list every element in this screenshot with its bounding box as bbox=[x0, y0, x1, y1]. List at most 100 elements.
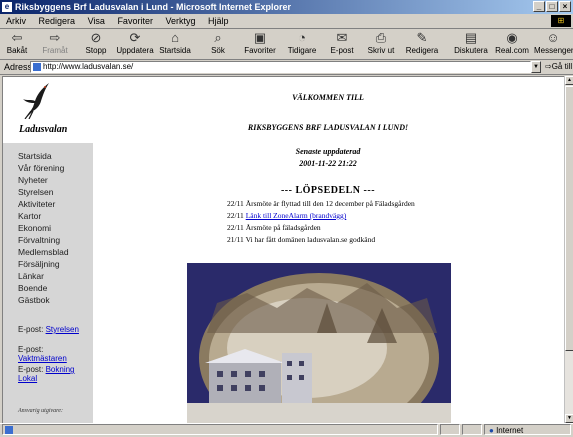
news-heading: --- LÖPSEDELN --- bbox=[280, 185, 376, 196]
favorites-button[interactable]: ▣ Favoriter bbox=[240, 30, 280, 58]
windows-logo-icon: ⊞ bbox=[551, 15, 571, 27]
sidebar-item-ekonomi[interactable]: Ekonomi bbox=[18, 223, 51, 233]
window-title: Riksbyggens Brf Ladusvalan i Lund - Micr… bbox=[15, 2, 292, 12]
logo-area: Ladusvalan bbox=[3, 77, 93, 141]
vertical-scrollbar[interactable]: ▲ ▼ bbox=[564, 76, 573, 423]
menu-item-verktyg[interactable]: Verktyg bbox=[165, 16, 195, 26]
menu-item-favoriter[interactable]: Favoriter bbox=[117, 16, 153, 26]
sidebar-item-gastbok[interactable]: Gästbok bbox=[18, 295, 50, 305]
email-prefix: E-post: bbox=[18, 345, 44, 354]
address-url: http://www.ladusvalan.se/ bbox=[43, 62, 134, 71]
sidebar-nav: Startsida Vår förening Nyheter Styrelsen… bbox=[3, 143, 93, 424]
stop-icon: ⊘ bbox=[90, 30, 102, 45]
sidebar-item-kartor[interactable]: Kartor bbox=[18, 211, 41, 221]
edit-icon: ✎ bbox=[416, 30, 428, 45]
sidebar-item-lankar[interactable]: Länkar bbox=[18, 271, 44, 281]
history-icon: ◔ bbox=[298, 30, 306, 45]
forward-button[interactable]: ⇨ Framåt bbox=[40, 30, 70, 58]
menu-bar: Arkiv Redigera Visa Favoriter Verktyg Hj… bbox=[0, 14, 573, 29]
news-item: 22/11 Årsmöte är flyttad till den 12 dec… bbox=[227, 199, 415, 208]
mail-button[interactable]: ✉ E-post bbox=[328, 30, 356, 58]
sidebar-item-medlemsblad[interactable]: Medlemsblad bbox=[18, 247, 69, 257]
menu-item-hjalp[interactable]: Hjälp bbox=[208, 16, 229, 26]
refresh-button[interactable]: ⟳ Uppdatera bbox=[116, 30, 154, 58]
email-prefix: E-post: bbox=[18, 325, 44, 334]
page-icon bbox=[33, 63, 41, 71]
page-viewport: Ladusvalan Startsida Vår förening Nyhete… bbox=[2, 76, 565, 424]
edit-button[interactable]: ✎ Redigera bbox=[403, 30, 441, 58]
back-icon: ⇦ bbox=[11, 30, 23, 45]
sidebar-item-aktiviteter[interactable]: Aktiviteter bbox=[18, 199, 55, 209]
ie-icon: e bbox=[2, 2, 12, 12]
history-button[interactable]: ◔ Tidigare bbox=[285, 30, 319, 58]
close-button[interactable]: × bbox=[559, 1, 571, 12]
org-heading: RIKSBYGGENS BRF LADUSVALAN I LUND! bbox=[247, 123, 409, 132]
search-button[interactable]: ⌕ Sök bbox=[206, 30, 230, 58]
sidebar-item-var-forening[interactable]: Vår förening bbox=[18, 163, 64, 173]
sidebar-item-nyheter[interactable]: Nyheter bbox=[18, 175, 48, 185]
sidebar-item-forsaljning[interactable]: Försäljning bbox=[18, 259, 60, 269]
email-link-vaktmastaren[interactable]: Vaktmästaren bbox=[18, 354, 67, 363]
sidebar-item-styrelsen[interactable]: Styrelsen bbox=[18, 187, 53, 197]
print-button[interactable]: ⎙ Skriv ut bbox=[364, 30, 398, 58]
zone-label: Internet bbox=[496, 426, 524, 435]
menu-item-redigera[interactable]: Redigera bbox=[39, 16, 76, 26]
realcom-icon: ◉ bbox=[506, 30, 518, 45]
search-icon: ⌕ bbox=[214, 30, 222, 45]
status-text bbox=[2, 424, 438, 435]
minimize-button[interactable]: _ bbox=[533, 1, 545, 12]
address-bar: Adress http://www.ladusvalan.se/ ▼ ⇨Gå t… bbox=[0, 60, 573, 75]
messenger-icon: ☺ bbox=[546, 30, 560, 45]
realcom-button[interactable]: ◉ Real.com bbox=[494, 30, 530, 58]
status-cell bbox=[462, 424, 482, 435]
email-bokning-row: E-post: Bokning Lokal bbox=[18, 365, 93, 383]
status-cell bbox=[440, 424, 460, 435]
site-brand: Ladusvalan bbox=[19, 124, 68, 135]
news-item: 22/11 Länk till ZoneAlarm (brandvägg) bbox=[227, 211, 347, 220]
welcome-heading: VÄLKOMMEN TILL bbox=[292, 93, 364, 102]
address-dropdown-button[interactable]: ▼ bbox=[531, 61, 541, 73]
publisher-label: Ansvarig utgivare: bbox=[18, 408, 63, 414]
sidebar-item-forvaltning[interactable]: Förvaltning bbox=[18, 235, 60, 245]
scroll-up-button[interactable]: ▲ bbox=[565, 76, 573, 85]
email-link-styrelsen[interactable]: Styrelsen bbox=[46, 325, 79, 334]
main-content: VÄLKOMMEN TILL RIKSBYGGENS BRF LADUSVALA… bbox=[93, 77, 565, 424]
menu-item-visa[interactable]: Visa bbox=[88, 16, 105, 26]
sidebar-item-startsida[interactable]: Startsida bbox=[18, 151, 52, 161]
page-done-icon bbox=[5, 426, 13, 434]
zonealarm-link[interactable]: Länk till ZoneAlarm (brandvägg) bbox=[246, 211, 347, 220]
window-controls: _ □ × bbox=[533, 1, 571, 12]
sidebar: Ladusvalan Startsida Vår förening Nyhete… bbox=[3, 77, 93, 424]
status-bar: ● Internet bbox=[0, 423, 573, 436]
scroll-down-button[interactable]: ▼ bbox=[565, 414, 573, 423]
email-prefix: E-post: bbox=[18, 365, 44, 374]
security-zone: ● Internet bbox=[484, 424, 571, 435]
stop-button[interactable]: ⊘ Stopp bbox=[82, 30, 110, 58]
address-input[interactable]: http://www.ladusvalan.se/ bbox=[30, 61, 531, 73]
building-photo bbox=[187, 263, 451, 424]
window-titlebar: e Riksbyggens Brf Ladusvalan i Lund - Mi… bbox=[0, 0, 573, 14]
mail-icon: ✉ bbox=[336, 30, 348, 45]
updated-label: Senaste uppdaterad bbox=[295, 147, 361, 156]
email-link-bokning[interactable]: Bokning bbox=[46, 365, 75, 374]
print-icon: ⎙ bbox=[375, 30, 387, 45]
email-styrelsen-row: E-post: Styrelsen bbox=[18, 325, 79, 334]
forward-icon: ⇨ bbox=[49, 30, 61, 45]
winter-building-image bbox=[187, 263, 451, 424]
menu-item-arkiv[interactable]: Arkiv bbox=[6, 16, 26, 26]
sidebar-item-boende[interactable]: Boende bbox=[18, 283, 47, 293]
favorites-icon: ▣ bbox=[253, 30, 267, 45]
news-item: 21/11 Vi har fått domänen ladusvalan.se … bbox=[227, 235, 376, 244]
home-icon: ⌂ bbox=[171, 30, 179, 45]
home-button[interactable]: ⌂ Startsida bbox=[158, 30, 192, 58]
maximize-button[interactable]: □ bbox=[546, 1, 558, 12]
messenger-button[interactable]: ☺ Messenger bbox=[534, 30, 573, 58]
address-label: Adress bbox=[4, 62, 33, 72]
email-link-lokal[interactable]: Lokal bbox=[18, 374, 37, 383]
scroll-thumb[interactable] bbox=[565, 86, 573, 351]
back-button[interactable]: ⇦ Bakåt bbox=[2, 30, 32, 58]
news-item: 22/11 Årsmöte på fäladsgården bbox=[227, 223, 321, 232]
toolbar: ⇦ Bakåt ⇨ Framåt ⊘ Stopp ⟳ Uppdatera ⌂ Starts… bbox=[0, 29, 573, 60]
go-button[interactable]: ⇨Gå till bbox=[545, 61, 572, 73]
discuss-button[interactable]: ▤ Diskutera bbox=[452, 30, 490, 58]
